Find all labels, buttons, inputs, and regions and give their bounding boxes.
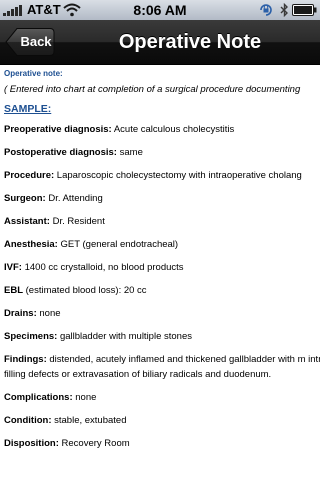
- field-value: 1400 cc crystalloid, no blood products: [24, 262, 184, 273]
- field-value: distended, acutely inflamed and thickene…: [4, 354, 320, 380]
- field-ivf: IVF: 1400 cc crystalloid, no blood produ…: [4, 261, 320, 275]
- field-assistant: Assistant: Dr. Resident: [4, 215, 320, 229]
- field-procedure: Procedure: Laparoscopic cholecystectomy …: [4, 169, 320, 183]
- field-drains: Drains: none: [4, 307, 320, 321]
- field-ebl: EBL (estimated blood loss): 20 cc: [4, 284, 320, 298]
- sample-link[interactable]: SAMPLE:: [4, 103, 320, 115]
- bluetooth-icon: [280, 3, 288, 17]
- field-label: EBL: [4, 285, 23, 296]
- field-surgeon: Surgeon: Dr. Attending: [4, 192, 320, 206]
- field-postoperative: Postoperative diagnosis: same: [4, 146, 320, 160]
- field-value: same: [119, 147, 143, 158]
- field-preoperative: Preoperative diagnosis: Acute calculous …: [4, 123, 320, 137]
- section-label: Operative note:: [4, 69, 63, 78]
- field-label: Surgeon:: [4, 193, 46, 204]
- field-findings: Findings: distended, acutely inflamed an…: [4, 352, 320, 382]
- field-value: stable, extubated: [54, 415, 127, 426]
- back-button[interactable]: Back: [5, 27, 55, 57]
- status-bar: AT&T 8:06 AM: [0, 0, 320, 20]
- field-label: Complications:: [4, 392, 73, 403]
- field-value: Laparoscopic cholecystectomy with intrao…: [56, 170, 302, 181]
- rotation-lock-icon: [260, 4, 272, 16]
- back-button-label: Back: [20, 34, 52, 49]
- navigation-bar: Back Operative Note: [0, 20, 320, 65]
- battery-icon: [292, 4, 317, 16]
- field-anesthesia: Anesthesia: GET (general endotracheal): [4, 238, 320, 252]
- field-label: Anesthesia:: [4, 239, 58, 250]
- field-label: Postoperative diagnosis:: [4, 147, 117, 158]
- field-value: Acute calculous cholecystitis: [113, 124, 235, 135]
- field-value: none: [75, 392, 97, 403]
- field-complications: Complications: none: [4, 391, 320, 405]
- field-label: Procedure:: [4, 170, 55, 181]
- field-label: Drains:: [4, 308, 37, 319]
- field-disposition: Disposition: Recovery Room: [4, 437, 320, 451]
- field-label: Assistant:: [4, 216, 50, 227]
- field-label: Findings:: [4, 354, 47, 365]
- page-title: Operative Note: [118, 31, 262, 53]
- field-label: IVF:: [4, 262, 22, 273]
- intro-text: ( Entered into chart at completion of a …: [4, 84, 301, 95]
- field-condition: Condition: stable, extubated: [4, 414, 320, 428]
- field-value: (estimated blood loss): 20 cc: [25, 285, 147, 296]
- field-label: Disposition:: [4, 438, 59, 449]
- note-content[interactable]: Operative note: ( Entered into chart at …: [0, 65, 320, 480]
- field-label: Condition:: [4, 415, 52, 426]
- field-value: none: [39, 308, 61, 319]
- field-value: Dr. Attending: [48, 193, 103, 204]
- field-value: GET (general endotracheal): [60, 239, 179, 250]
- field-specimens: Specimens: gallbladder with multiple sto…: [4, 330, 320, 344]
- field-value: Recovery Room: [61, 438, 130, 449]
- field-label: Preoperative diagnosis:: [4, 124, 112, 135]
- field-label: Specimens:: [4, 331, 58, 342]
- field-value: Dr. Resident: [52, 216, 105, 227]
- field-value: gallbladder with multiple stones: [59, 331, 192, 342]
